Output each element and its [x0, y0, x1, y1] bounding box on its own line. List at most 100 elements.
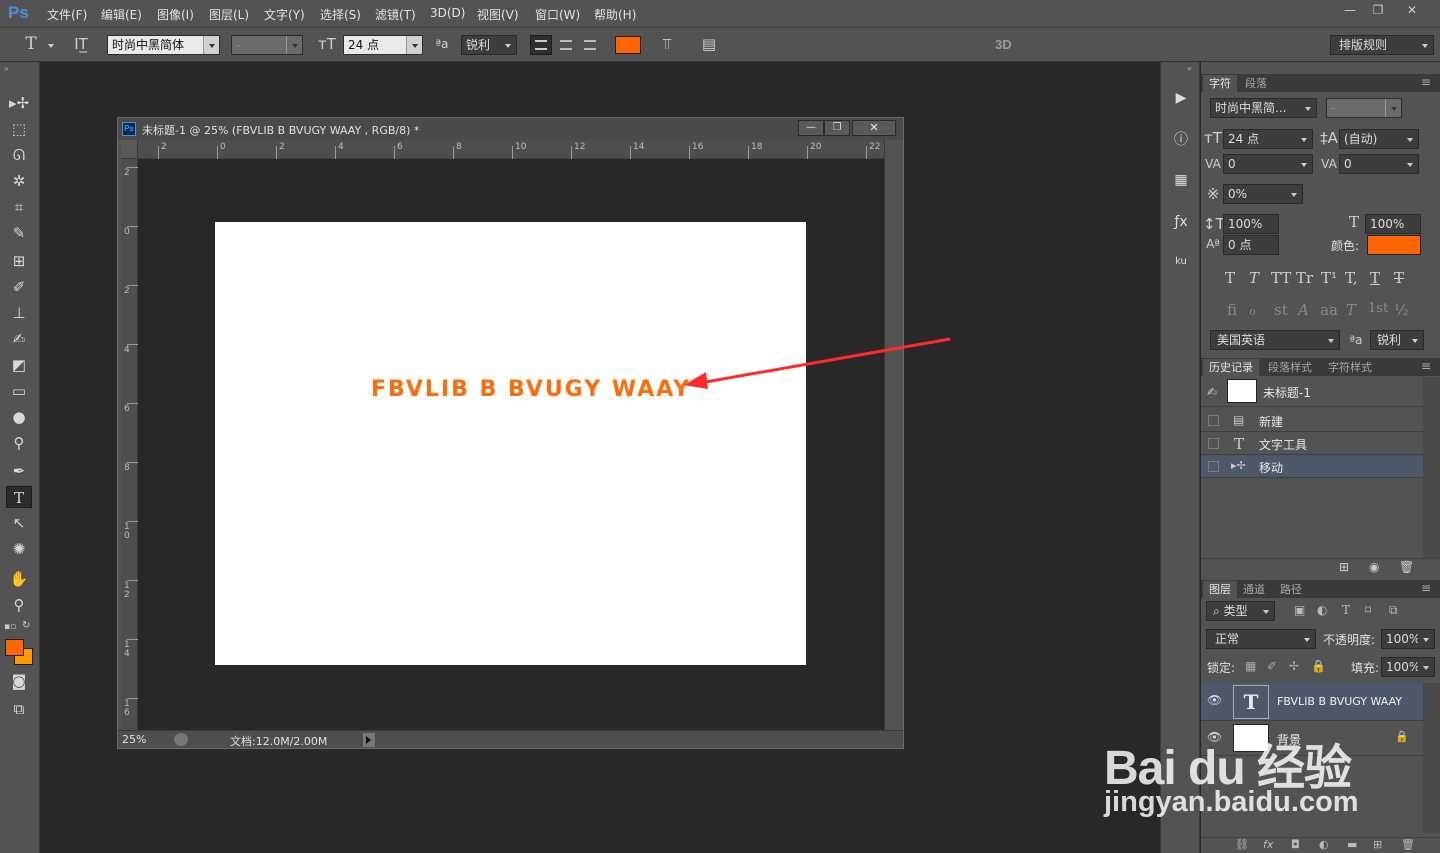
clone-stamp-tool-icon[interactable]: ⊥ [6, 302, 32, 324]
menu-select[interactable]: 选择(S) [320, 6, 361, 23]
subscript-button[interactable]: T, [1345, 269, 1358, 287]
zoom-level[interactable]: 25% [122, 733, 146, 746]
swatches-panel-icon[interactable]: ▦ [1169, 170, 1193, 190]
menu-layer[interactable]: 图层(L) [209, 6, 249, 23]
tab-character-styles[interactable]: 字符样式 [1322, 359, 1378, 376]
char-leading-select[interactable]: (自动) [1339, 129, 1419, 149]
menu-type[interactable]: 文字(Y) [264, 6, 305, 23]
magic-wand-tool-icon[interactable]: ✲ [6, 170, 32, 192]
new-group-icon[interactable]: ▬ [1347, 838, 1357, 851]
char-font-size-select[interactable]: 24 点 [1223, 129, 1313, 149]
canvas-text-layer[interactable]: FBVLIB B BVUGY WAAY [371, 377, 691, 402]
char-antialias-select[interactable]: 锐利 [1370, 330, 1424, 350]
ligatures-button[interactable]: fi [1227, 301, 1237, 319]
filter-type-icon[interactable]: T [1342, 603, 1350, 617]
tab-character[interactable]: 字符 [1203, 75, 1237, 92]
quick-mask-icon[interactable]: ◙ [6, 670, 32, 692]
toolbox-collapse-icon[interactable]: » [4, 64, 9, 73]
antialias-select[interactable]: 锐利 [461, 35, 517, 55]
document-titlebar[interactable]: Ps 未标题-1 @ 25% (FBVLIB B BVUGY WAAY , RG… [118, 118, 903, 140]
artboard[interactable]: FBVLIB B BVUGY WAAY [215, 222, 806, 665]
menu-view[interactable]: 视图(V) [477, 6, 519, 23]
align-right-button[interactable] [580, 36, 600, 54]
close-button[interactable]: ✕ [1398, 2, 1426, 18]
vertical-scrollbar[interactable] [884, 140, 903, 732]
char-tracking-select[interactable]: 0 [1339, 154, 1419, 174]
swash-button[interactable]: A [1298, 301, 1309, 319]
new-snapshot-icon[interactable]: ◉ [1369, 560, 1379, 574]
warp-text-icon[interactable]: ⫪ [656, 34, 678, 54]
default-colors-icon[interactable]: ▪▫ [4, 622, 16, 632]
stylistic-alternates-button[interactable]: aa [1320, 301, 1338, 319]
font-size-select[interactable]: 24 点 [343, 35, 423, 55]
ordinals-button[interactable]: 1st [1368, 301, 1388, 316]
restore-button[interactable]: ❐ [1364, 2, 1392, 18]
menu-edit[interactable]: 编辑(E) [101, 6, 142, 23]
layer-row-text[interactable]: 👁 T FBVLIB B BVUGY WAAY [1201, 683, 1423, 721]
custom-shape-tool-icon[interactable]: ✺ [6, 538, 32, 560]
history-brush-tool-icon[interactable]: ✍ [6, 328, 32, 350]
menu-window[interactable]: 窗口(W) [535, 6, 580, 23]
opacity-field[interactable]: 100% [1381, 629, 1435, 649]
crop-tool-icon[interactable]: ⌗ [6, 196, 32, 218]
char-font-style-select[interactable]: - [1326, 98, 1402, 118]
char-baseline-field[interactable]: 0 点 [1223, 235, 1279, 255]
status-menu-button[interactable] [363, 733, 375, 747]
char-color-swatch[interactable] [1367, 235, 1421, 255]
char-tsume-select[interactable]: 0% [1223, 184, 1303, 204]
text-color-swatch[interactable] [615, 36, 641, 54]
layers-panel-menu-icon[interactable]: ≡ [1421, 581, 1431, 595]
history-checkbox[interactable] [1208, 415, 1219, 426]
filter-adjustment-icon[interactable]: ◐ [1317, 603, 1327, 617]
info-panel-icon[interactable]: ⓘ [1169, 130, 1193, 150]
visibility-eye-icon[interactable]: 👁 [1207, 693, 1222, 707]
history-checkbox[interactable] [1208, 461, 1219, 472]
pen-tool-icon[interactable]: ✒ [6, 460, 32, 482]
delete-layer-icon[interactable]: 🗑 [1401, 838, 1415, 851]
history-panel-menu-icon[interactable]: ≡ [1421, 359, 1431, 373]
strikethrough-button[interactable]: T [1394, 269, 1404, 287]
move-tool-icon[interactable]: ▸✢ [6, 92, 32, 114]
menu-image[interactable]: 图像(I) [157, 6, 194, 23]
zoom-tool-icon[interactable]: ⚲ [6, 594, 32, 616]
screen-mode-icon[interactable]: ⧉ [6, 698, 32, 720]
all-caps-button[interactable]: TT [1271, 269, 1291, 287]
ruler-origin[interactable] [121, 140, 138, 159]
actions-panel-icon[interactable]: ▶ [1169, 88, 1193, 108]
path-selection-tool-icon[interactable]: ↖ [6, 512, 32, 534]
menu-3d[interactable]: 3D(D) [430, 6, 465, 20]
align-left-button[interactable] [530, 35, 552, 55]
3d-button[interactable]: 3D [995, 37, 1012, 52]
status-info-icon[interactable] [174, 733, 188, 746]
tab-paragraph[interactable]: 段落 [1239, 75, 1273, 92]
adjustment-layer-icon[interactable]: ◐ [1319, 838, 1329, 851]
history-brush-source-icon[interactable]: ✍ [1207, 385, 1217, 399]
faux-bold-button[interactable]: T [1225, 269, 1235, 287]
menu-filter[interactable]: 滤镜(T) [375, 6, 416, 23]
char-kerning-select[interactable]: 0 [1223, 154, 1313, 174]
history-snapshot[interactable]: ✍ 未标题-1 [1201, 377, 1423, 407]
fractions-button[interactable]: ½ [1394, 301, 1409, 319]
eyedropper-tool-icon[interactable]: ✎ [6, 222, 32, 244]
char-horizontal-scale-field[interactable]: 100% [1365, 214, 1421, 234]
blend-mode-select[interactable]: 正常 [1206, 629, 1316, 649]
workspace-select[interactable]: 排版规则 [1330, 35, 1434, 55]
brush-tool-icon[interactable]: ✐ [6, 276, 32, 298]
toggle-orientation-icon[interactable]: IT̲ [70, 34, 92, 54]
new-document-from-state-icon[interactable]: ⊞ [1339, 560, 1349, 574]
character-panel-menu-icon[interactable]: ≡ [1421, 75, 1431, 89]
marquee-tool-icon[interactable]: ⬚ [6, 118, 32, 140]
char-font-family-select[interactable]: 时尚中黑简... [1210, 98, 1317, 118]
link-layers-icon[interactable]: ⛓ [1235, 838, 1249, 851]
character-panel-toggle-icon[interactable]: ▤ [698, 34, 720, 54]
type-tool-preset-icon[interactable]: T [18, 34, 44, 54]
gradient-tool-icon[interactable]: ▭ [6, 380, 32, 402]
lock-transparent-icon[interactable]: ▦ [1245, 659, 1256, 673]
kuler-panel-icon[interactable]: ku [1169, 252, 1193, 272]
delete-state-icon[interactable]: 🗑 [1399, 560, 1414, 574]
filter-smart-object-icon[interactable]: ⧉ [1389, 603, 1398, 618]
menu-file[interactable]: 文件(F) [47, 6, 87, 23]
layer-mask-icon[interactable]: ◘ [1291, 838, 1300, 851]
history-item[interactable]: T 文字工具 [1201, 433, 1423, 455]
align-center-button[interactable] [556, 36, 576, 54]
